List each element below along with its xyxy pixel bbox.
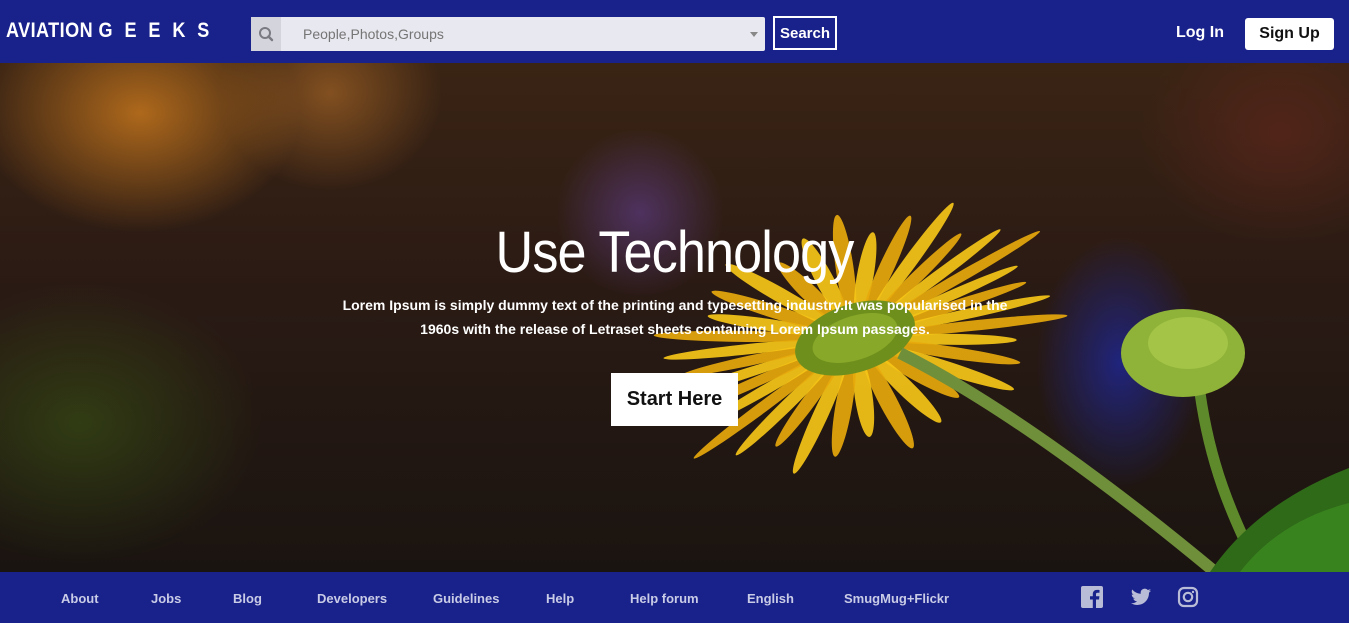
footer-link-english[interactable]: English [747,591,794,606]
hero-banner: Use Technology Lorem Ipsum is simply dum… [0,63,1349,572]
search-bar [251,17,765,51]
search-button[interactable]: Search [773,16,837,50]
chevron-down-icon[interactable] [750,32,758,37]
footer-link-jobs[interactable]: Jobs [151,591,181,606]
logo-main-text: AVIATION [6,19,94,42]
signup-button[interactable]: Sign Up [1245,18,1334,50]
footer-link-about[interactable]: About [61,591,99,606]
hero-title: Use Technology [495,220,855,285]
search-input[interactable] [303,17,733,51]
footer-link-developers[interactable]: Developers [317,591,387,606]
hero-description: Lorem Ipsum is simply dummy text of the … [342,297,1008,337]
footer-link-smugmug-flickr[interactable]: SmugMug+Flickr [844,591,949,606]
facebook-icon[interactable] [1081,586,1103,608]
footer-link-blog[interactable]: Blog [233,591,262,606]
top-navbar: AVIATION G E E K S Search Log In Sign Up [0,0,1349,63]
search-icon[interactable] [251,17,281,51]
footer-link-guidelines[interactable]: Guidelines [433,591,499,606]
footer: About Jobs Blog Developers Guidelines He… [0,572,1349,623]
logo-sub-text: G E E K S [98,19,213,42]
start-here-button[interactable]: Start Here [611,373,738,426]
footer-link-help[interactable]: Help [546,591,574,606]
instagram-icon[interactable] [1177,586,1199,608]
twitter-icon[interactable] [1130,586,1152,608]
site-logo[interactable]: AVIATION G E E K S [6,19,213,43]
footer-link-help-forum[interactable]: Help forum [630,591,699,606]
login-link[interactable]: Log In [1166,24,1234,42]
